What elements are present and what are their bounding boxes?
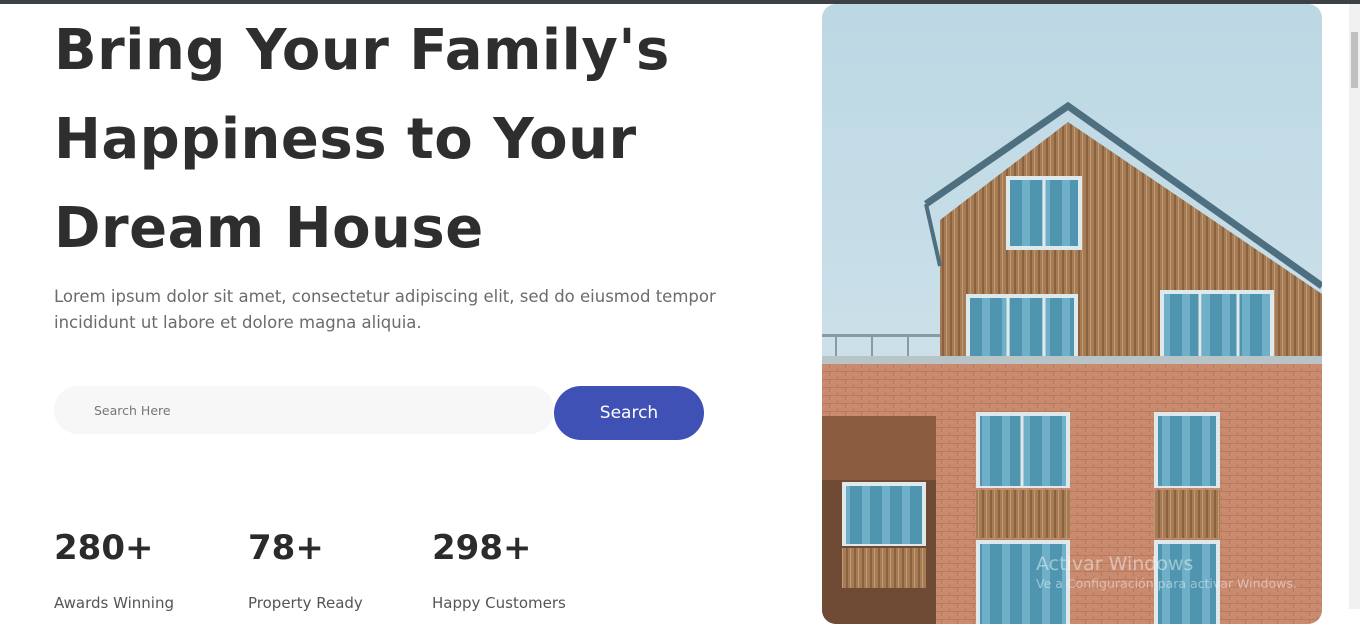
hero-title: Bring Your Family's Happiness to Your Dr… bbox=[54, 6, 794, 273]
hero-title-line-3: Dream House bbox=[54, 196, 484, 261]
stat-number: 280+ bbox=[54, 528, 154, 568]
stat-label: Awards Winning bbox=[54, 594, 174, 612]
search-button[interactable]: Search bbox=[554, 386, 704, 440]
hero-title-line-2: Happiness to Your bbox=[54, 107, 637, 172]
house-photo bbox=[822, 4, 1322, 624]
stat-number: 298+ bbox=[432, 528, 532, 568]
windows-activation-watermark: Activar Windows Ve a Configuración para … bbox=[1036, 552, 1297, 592]
hero-description-line-1: Lorem ipsum dolor sit amet, consectetur … bbox=[54, 287, 716, 306]
stat-label: Property Ready bbox=[248, 594, 363, 612]
stat-awards: 280+ Awards Winning bbox=[54, 526, 174, 612]
page-scrollbar[interactable] bbox=[1349, 4, 1360, 609]
stat-label: Happy Customers bbox=[432, 594, 566, 612]
watermark-subtitle: Ve a Configuración para activar Windows. bbox=[1036, 576, 1297, 591]
hero-description: Lorem ipsum dolor sit amet, consectetur … bbox=[54, 284, 744, 336]
scrollbar-thumb[interactable] bbox=[1351, 32, 1358, 88]
stat-property: 78+ Property Ready bbox=[248, 526, 363, 612]
stat-number: 78+ bbox=[248, 528, 324, 568]
search-input[interactable] bbox=[54, 386, 554, 434]
watermark-title: Activar Windows bbox=[1036, 553, 1194, 575]
stat-customers: 298+ Happy Customers bbox=[432, 526, 566, 612]
hero-title-line-1: Bring Your Family's bbox=[54, 18, 670, 83]
hero-description-line-2: incididunt ut labore et dolore magna ali… bbox=[54, 313, 422, 332]
